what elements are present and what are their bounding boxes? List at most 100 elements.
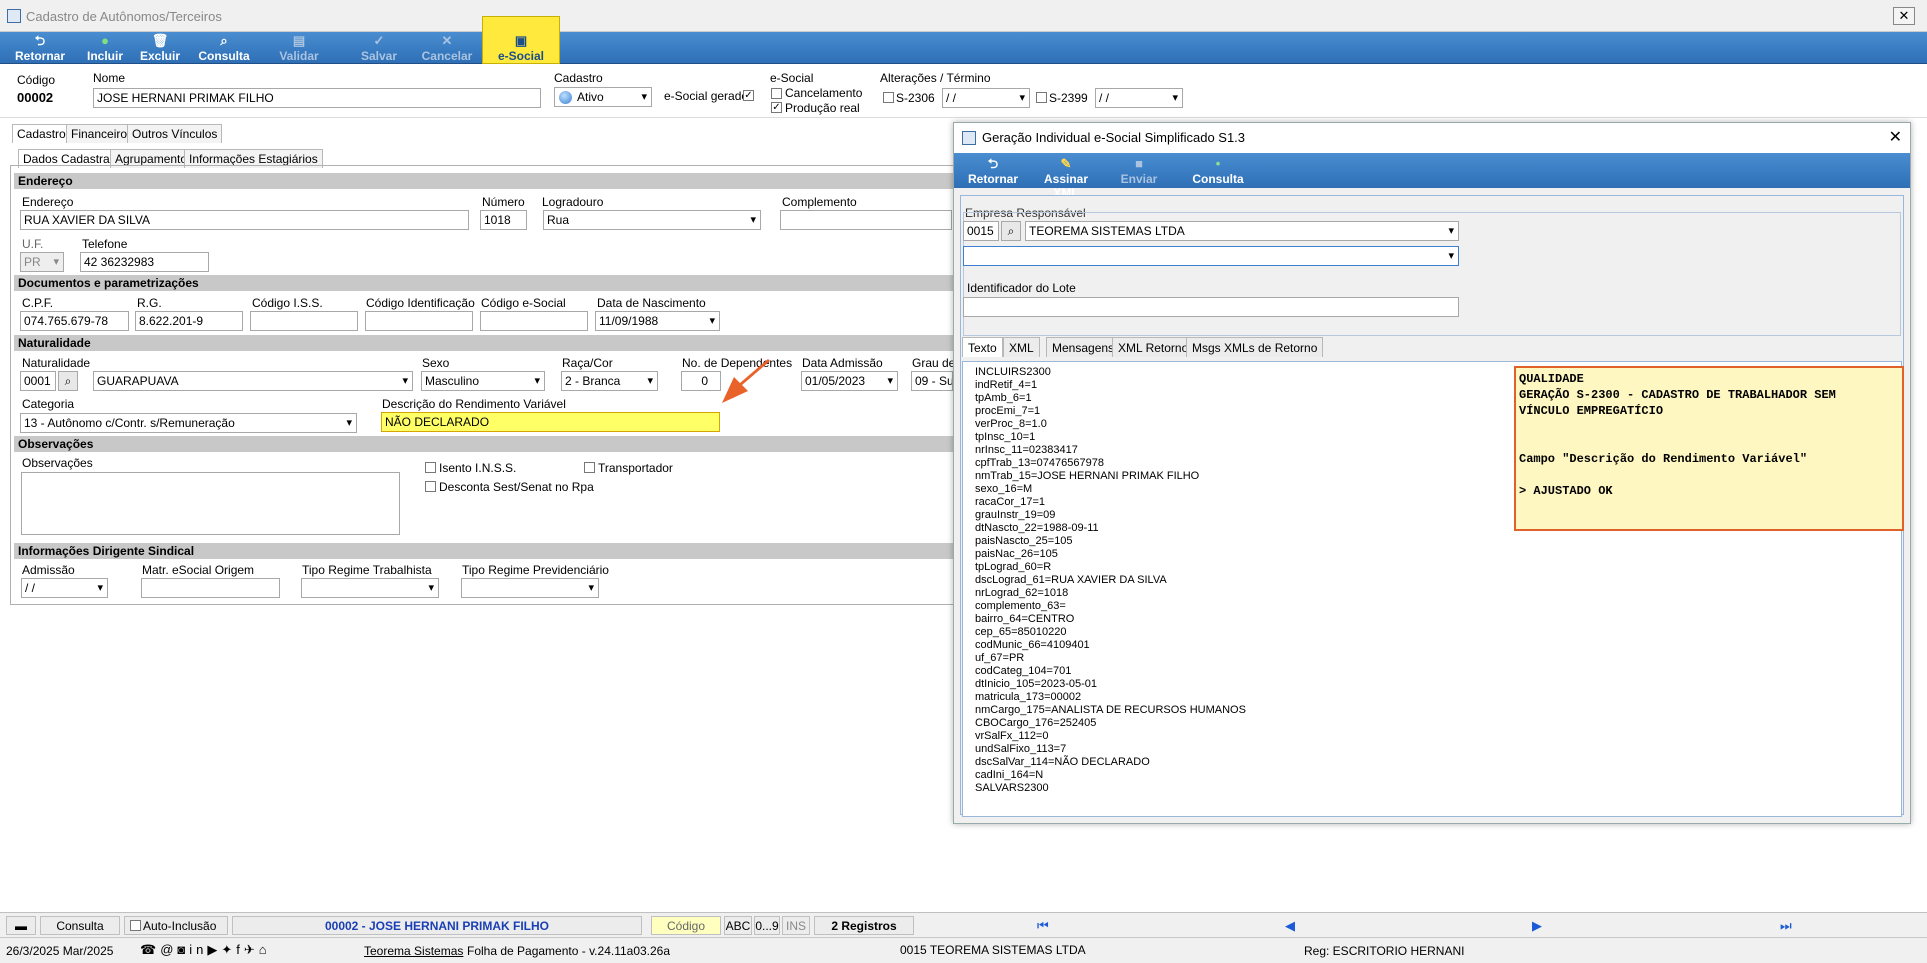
isento-checkbox[interactable] bbox=[425, 462, 436, 473]
empresa-detail-select[interactable] bbox=[963, 246, 1459, 266]
rendimento-field[interactable]: NÃO DECLARADO bbox=[381, 412, 720, 432]
empresa-code[interactable]: 0015 bbox=[963, 221, 999, 241]
first-record-button[interactable]: ⏮ bbox=[1037, 918, 1049, 934]
dialog-retornar-label: Retornar bbox=[967, 172, 1018, 186]
enviar-button[interactable]: ■ Enviar bbox=[1114, 153, 1164, 188]
codigo-value: 00002 bbox=[17, 90, 54, 105]
esocial-gerado-checkbox[interactable]: ✓ bbox=[743, 90, 754, 101]
texto-line: uf_67=PR bbox=[975, 652, 1025, 664]
cpf-field[interactable]: 074.765.679-78 bbox=[20, 311, 129, 331]
tab-msgs-xmls-retorno[interactable]: Msgs XMLs de Retorno bbox=[1186, 337, 1324, 357]
dependentes-stepper[interactable]: 0 bbox=[681, 371, 721, 391]
tab-mensagens[interactable]: Mensagens bbox=[1046, 337, 1121, 357]
note-line: VÍNCULO EMPREGATÍCIO bbox=[1519, 404, 1664, 418]
grau-select[interactable]: 09 - Sup bbox=[911, 371, 953, 391]
observacoes-textarea[interactable] bbox=[21, 472, 400, 535]
auto-inclusao-toggle[interactable]: Auto-Inclusão bbox=[124, 916, 228, 935]
esocial-button[interactable]: ▣ e-Social bbox=[482, 16, 560, 64]
telefone-field[interactable]: 42 36232983 bbox=[80, 252, 209, 272]
cancelar-button[interactable]: ✕ Cancelar bbox=[418, 32, 476, 64]
numero-field[interactable]: 1018 bbox=[480, 210, 527, 230]
rendimento-label: Descrição do Rendimento Variável bbox=[382, 397, 566, 411]
ident-field[interactable] bbox=[365, 311, 473, 331]
consulta-button[interactable]: ⌕ Consulta bbox=[192, 32, 256, 64]
naturalidade-code[interactable]: 0001 bbox=[20, 371, 56, 391]
dialog-consulta-button[interactable]: • Consulta bbox=[1188, 153, 1248, 188]
incluir-button[interactable]: ● Incluir bbox=[80, 32, 130, 64]
main-toolbar: ⮌ Retornar ● Incluir 🗑 Excluir ⌕ Consulta ▤ V… bbox=[0, 16, 1927, 64]
texto-line: matricula_173=00002 bbox=[975, 691, 1082, 703]
iss-label: Código I.S.S. bbox=[252, 296, 323, 310]
send-icon: ■ bbox=[1135, 156, 1143, 171]
validar-label: Validar bbox=[279, 49, 319, 63]
search-icon[interactable]: ⌕ bbox=[58, 371, 78, 391]
social-icons[interactable]: ☎@◙in▶✦f✈⌂ bbox=[140, 942, 271, 958]
uf-select[interactable]: PR bbox=[20, 252, 64, 272]
assinar-xml-button[interactable]: ✎ Assinar XML bbox=[1030, 153, 1102, 200]
texto-line: dscSalVar_114=NÃO DECLARADO bbox=[975, 756, 1150, 768]
esocial-icon: ▣ bbox=[514, 33, 528, 48]
regime-prev-select[interactable] bbox=[461, 578, 599, 598]
last-record-button[interactable]: ⏭ bbox=[1780, 918, 1792, 934]
tab-texto[interactable]: Texto bbox=[962, 337, 1003, 357]
iss-field[interactable] bbox=[250, 311, 358, 331]
producao-real-checkbox[interactable]: ✓ bbox=[771, 102, 782, 113]
texto-line: dtNascto_22=1988-09-11 bbox=[975, 522, 1099, 534]
naturalidade-label: Naturalidade bbox=[22, 356, 91, 370]
rg-field[interactable]: 8.622.201-9 bbox=[135, 311, 243, 331]
categoria-select[interactable]: 13 - Autônomo c/Contr. s/Remuneração bbox=[20, 413, 357, 433]
nome-field[interactable]: JOSE HERNANI PRIMAK FILHO bbox=[93, 88, 541, 108]
status-ins: INS bbox=[782, 916, 810, 935]
retornar-button[interactable]: ⮌ Retornar bbox=[10, 32, 70, 64]
cadastro-select[interactable]: Ativo bbox=[554, 87, 652, 107]
admissao-date[interactable]: 01/05/2023 bbox=[801, 371, 898, 391]
cancelamento-checkbox[interactable] bbox=[771, 88, 782, 99]
lote-field[interactable] bbox=[963, 297, 1459, 317]
auto-inclusao-checkbox[interactable] bbox=[130, 920, 141, 931]
back-icon: ⮌ bbox=[987, 156, 999, 171]
validar-button[interactable]: ▤ Validar bbox=[272, 32, 326, 64]
excluir-button[interactable]: 🗑 Excluir bbox=[134, 32, 186, 64]
esocial-dialog: Geração Individual e-Social Simplificado… bbox=[953, 122, 1911, 824]
endereco-field[interactable]: RUA XAVIER DA SILVA bbox=[20, 210, 469, 230]
salvar-button[interactable]: ✓ Salvar bbox=[352, 32, 406, 64]
next-record-button[interactable]: ▶ bbox=[1532, 918, 1542, 934]
s2306-checkbox[interactable] bbox=[883, 92, 894, 103]
s2399-date[interactable]: / / bbox=[1095, 88, 1183, 108]
tab-xml[interactable]: XML bbox=[1003, 337, 1040, 357]
tab-financeiro[interactable]: Financeiro bbox=[66, 124, 133, 143]
sexo-select[interactable]: Masculino bbox=[421, 371, 545, 391]
texto-line: dtInicio_105=2023-05-01 bbox=[975, 678, 1098, 690]
tab-cadastro[interactable]: Cadastro bbox=[12, 124, 71, 143]
dialog-retornar-button[interactable]: ⮌ Retornar bbox=[964, 153, 1022, 188]
tab-outros-vinculos[interactable]: Outros Vínculos bbox=[127, 124, 223, 143]
note-line: GERAÇÃO S-2300 - CADASTRO DE TRABALHADOR… bbox=[1519, 388, 1836, 402]
section-dirigente: Informações Dirigente Sindical bbox=[14, 543, 954, 559]
logradouro-select[interactable]: Rua bbox=[543, 210, 761, 230]
empresa-select[interactable]: TEOREMA SISTEMAS LTDA bbox=[1025, 221, 1459, 241]
naturalidade-city[interactable]: GUARAPUAVA bbox=[93, 371, 413, 391]
s2399-checkbox[interactable] bbox=[1036, 92, 1047, 103]
matricula-label: Matr. eSocial Origem bbox=[142, 563, 255, 577]
nascimento-date[interactable]: 11/09/1988 bbox=[595, 311, 720, 331]
codigo-esocial-field[interactable] bbox=[480, 311, 588, 331]
highlight-arrow-icon bbox=[722, 359, 770, 403]
texto-line: procEmi_7=1 bbox=[975, 405, 1041, 417]
complemento-field[interactable] bbox=[780, 210, 952, 230]
teorema-link[interactable]: Teorema Sistemas bbox=[364, 944, 463, 958]
matricula-field[interactable] bbox=[141, 578, 280, 598]
raca-select[interactable]: 2 - Branca bbox=[561, 371, 658, 391]
texto-panel[interactable]: INCLUIRS2300 indRetif_4=1 tpAmb_6=1 procEmi… bbox=[962, 361, 1904, 817]
dialog-close-button[interactable]: ✕ bbox=[1889, 123, 1902, 153]
dirigente-admissao-date[interactable]: / / bbox=[21, 578, 108, 598]
cancelamento-label: Cancelamento bbox=[785, 86, 863, 100]
close-button[interactable]: ✕ bbox=[1893, 7, 1915, 25]
bottom-bar: 26/3/2025 Mar/2025 ☎@◙in▶✦f✈⌂ Teorema Si… bbox=[0, 937, 1927, 963]
prev-record-button[interactable]: ◀ bbox=[1285, 918, 1295, 934]
desconta-checkbox[interactable] bbox=[425, 481, 436, 492]
tab-xml-retorno[interactable]: XML Retorno bbox=[1112, 337, 1195, 357]
regime-trab-select[interactable] bbox=[301, 578, 439, 598]
transportador-checkbox[interactable] bbox=[584, 462, 595, 473]
search-icon[interactable]: ⌕ bbox=[1001, 221, 1021, 241]
s2306-date[interactable]: / / bbox=[942, 88, 1030, 108]
